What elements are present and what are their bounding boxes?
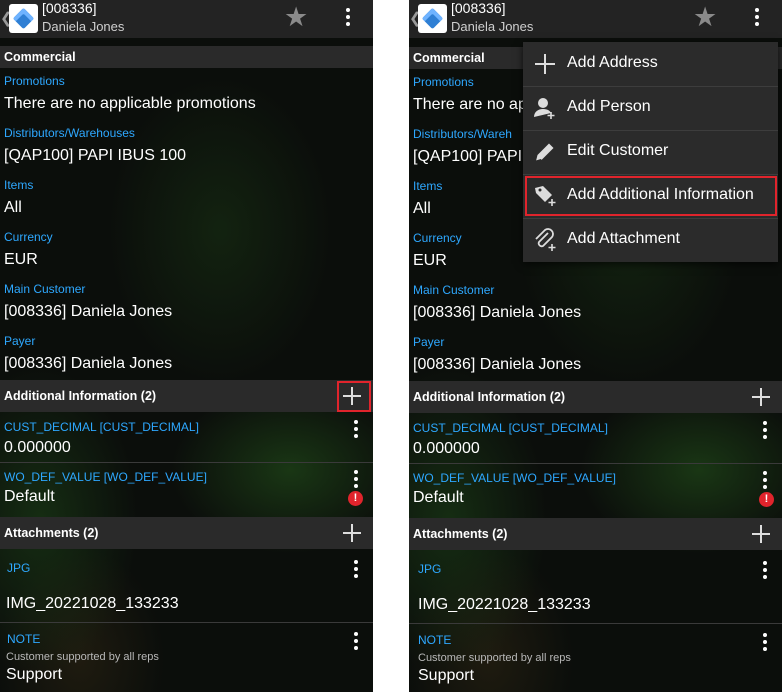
currency-value: EUR xyxy=(4,251,38,268)
payer-value: [008336] Daniela Jones xyxy=(413,356,582,373)
additional-item-label: CUST_DECIMAL [CUST_DECIMAL] xyxy=(4,420,199,434)
app-logo-icon xyxy=(418,4,447,33)
items-label: Items xyxy=(4,178,34,192)
items-value: All xyxy=(4,199,22,216)
highlight-box xyxy=(525,176,777,216)
left-screen: ❮ [008336] Daniela Jones ★ Commercial Pr… xyxy=(0,0,373,692)
top-bar: ❮ [008336] Daniela Jones ★ xyxy=(0,0,373,38)
attachment-type-label: NOTE xyxy=(418,633,452,647)
main-customer-label: Main Customer xyxy=(4,282,86,296)
currency-label: Currency xyxy=(413,231,462,245)
add-attachment-plus-icon[interactable] xyxy=(343,524,361,542)
note-description: Customer supported by all reps xyxy=(418,652,571,664)
promotions-label: Promotions xyxy=(4,74,65,88)
payer-label: Payer xyxy=(413,335,445,349)
distributors-label: Distributors/Warehouses xyxy=(4,126,135,140)
main-customer-value: [008336] Daniela Jones xyxy=(413,304,582,321)
divider xyxy=(0,622,373,623)
favorite-star-icon[interactable]: ★ xyxy=(284,4,308,31)
customer-code: [008336] xyxy=(451,0,506,16)
note-description: Customer supported by all reps xyxy=(6,651,159,663)
highlight-box xyxy=(337,381,371,412)
item-menu-icon[interactable] xyxy=(761,471,769,489)
item-menu-icon[interactable] xyxy=(761,421,769,439)
commercial-header: Commercial xyxy=(0,46,373,68)
divider xyxy=(409,623,782,624)
divider xyxy=(409,463,782,464)
menu-item-edit-customer[interactable]: Edit Customer xyxy=(523,130,778,174)
alert-icon: ! xyxy=(348,491,363,506)
additional-item-value: Default xyxy=(4,488,55,505)
additional-item-value: 0.000000 xyxy=(4,439,71,456)
app-logo-icon xyxy=(9,4,38,33)
distributors-label: Distributors/Wareh xyxy=(413,127,512,141)
item-menu-icon[interactable] xyxy=(352,420,360,438)
add-additional-info-plus-icon[interactable] xyxy=(752,388,770,406)
note-value: Support xyxy=(418,667,475,684)
pencil-icon xyxy=(533,140,557,164)
plus-icon xyxy=(533,52,557,76)
favorite-star-icon[interactable]: ★ xyxy=(693,4,717,31)
additional-info-header: Additional Information (2) xyxy=(0,380,373,412)
attachment-name: IMG_20221028_133233 xyxy=(418,596,591,613)
additional-item-value: Default xyxy=(413,489,464,506)
customer-name: Daniela Jones xyxy=(451,19,534,34)
item-menu-icon[interactable] xyxy=(352,560,360,578)
items-value: All xyxy=(413,200,431,217)
person-add-icon xyxy=(533,96,557,120)
item-menu-icon[interactable] xyxy=(352,632,360,650)
promotions-value: There are no applicable promotions xyxy=(4,95,256,112)
customer-name: Daniela Jones xyxy=(42,19,125,34)
item-menu-icon[interactable] xyxy=(352,470,360,488)
attachment-type-label: JPG xyxy=(7,561,31,575)
currency-label: Currency xyxy=(4,230,53,244)
promotions-label: Promotions xyxy=(413,75,474,89)
attachment-type-label: NOTE xyxy=(7,632,41,646)
attachment-name: IMG_20221028_133233 xyxy=(6,595,179,612)
items-label: Items xyxy=(413,179,443,193)
additional-item-label: WO_DEF_VALUE [WO_DEF_VALUE] xyxy=(413,471,616,485)
divider xyxy=(0,462,373,463)
attachment-type-label: JPG xyxy=(418,562,442,576)
menu-item-add-person[interactable]: Add Person xyxy=(523,86,778,130)
right-screen: ❮ [008336] Daniela Jones ★ Commercial Pr… xyxy=(409,0,782,692)
item-menu-icon[interactable] xyxy=(761,561,769,579)
payer-label: Payer xyxy=(4,334,36,348)
additional-item-label: CUST_DECIMAL [CUST_DECIMAL] xyxy=(413,421,608,435)
payer-value: [008336] Daniela Jones xyxy=(4,355,173,372)
main-customer-value: [008336] Daniela Jones xyxy=(4,303,173,320)
customer-code: [008336] xyxy=(42,0,97,16)
attachments-header: Attachments (2) xyxy=(409,518,782,550)
additional-item-label: WO_DEF_VALUE [WO_DEF_VALUE] xyxy=(4,470,207,484)
alert-icon: ! xyxy=(759,492,774,507)
note-value: Support xyxy=(6,666,63,683)
additional-info-header: Additional Information (2) xyxy=(409,381,782,413)
overflow-dropdown-menu: Add Address Add Person Edit Customer Add… xyxy=(523,42,778,262)
distributors-value: [QAP100] PAPI IBUS 100 xyxy=(4,147,187,164)
promotions-value: There are no ap xyxy=(413,96,527,113)
item-menu-icon[interactable] xyxy=(761,633,769,651)
overflow-menu-icon[interactable] xyxy=(344,8,352,26)
menu-item-add-address[interactable]: Add Address xyxy=(523,42,778,86)
add-attachment-plus-icon[interactable] xyxy=(752,525,770,543)
distributors-value: [QAP100] PAPI xyxy=(413,148,523,165)
additional-item-value: 0.000000 xyxy=(413,440,480,457)
overflow-menu-icon[interactable] xyxy=(753,8,761,26)
top-bar: ❮ [008336] Daniela Jones ★ xyxy=(409,0,782,38)
main-customer-label: Main Customer xyxy=(413,283,495,297)
currency-value: EUR xyxy=(413,252,447,269)
menu-item-add-attachment[interactable]: Add Attachment xyxy=(523,218,778,262)
paperclip-icon xyxy=(533,228,557,252)
attachments-header: Attachments (2) xyxy=(0,517,373,549)
